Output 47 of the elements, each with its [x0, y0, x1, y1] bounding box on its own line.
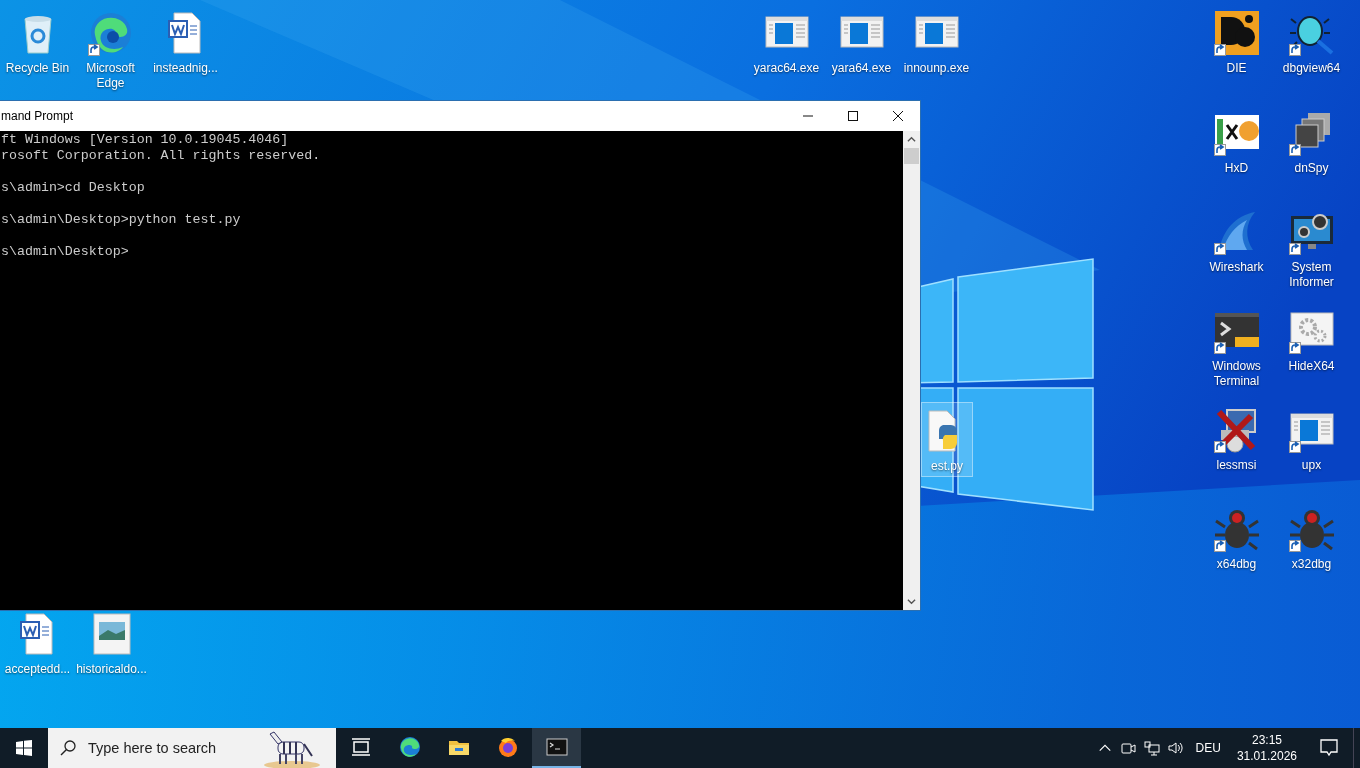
maximize-icon — [847, 111, 858, 121]
search-box[interactable]: Type here to search — [48, 728, 336, 768]
console-line: s\admin>cd Desktop — [0, 180, 146, 196]
console-line: rosoft Corporation. All rights reserved. — [0, 148, 322, 164]
language-indicator[interactable]: DEU — [1195, 741, 1221, 755]
network-icon[interactable] — [1143, 740, 1160, 756]
icon-label: HxD — [1224, 161, 1249, 176]
icon-label: System Informer — [1288, 260, 1335, 290]
notification-icon[interactable] — [1319, 738, 1339, 758]
icon-label: Windows Terminal — [1211, 359, 1262, 389]
icon-label: historicaldo... — [76, 662, 147, 677]
icon-label: upx — [1301, 458, 1322, 473]
window-title: mand Prompt — [0, 109, 75, 123]
scrollbar[interactable] — [903, 131, 920, 610]
taskbar-app[interactable] — [532, 728, 581, 768]
icon-label: x32dbg — [1291, 557, 1332, 572]
windows-logo-icon — [16, 740, 32, 756]
volume-icon[interactable] — [1167, 740, 1184, 756]
console-line: ft Windows [Version 10.0.19045.4046] — [0, 132, 290, 148]
close-icon — [892, 111, 903, 121]
scroll-up-icon[interactable] — [907, 135, 916, 144]
icon-label: DIE — [1226, 61, 1247, 76]
console-line: s\admin\Desktop> — [0, 244, 130, 260]
icon-label: yarac64.exe — [753, 61, 820, 76]
search-field[interactable]: Type here to search — [86, 739, 260, 757]
icon-label: HideX64 — [1288, 359, 1335, 374]
search-icon — [60, 740, 76, 756]
swirl-icon — [397, 735, 422, 759]
icon-label: est.py — [931, 459, 963, 474]
icon-label: x64dbg — [1216, 557, 1257, 572]
tile-icon — [1212, 9, 1261, 57]
icon-label: yara64.exe — [831, 61, 892, 76]
icon-label: acceptedd... — [4, 662, 71, 677]
console-line: s\admin\Desktop>python test.py — [0, 212, 242, 228]
scrollbar-thumb[interactable] — [904, 148, 919, 164]
clock[interactable]: 23:15 31.01.2026 — [1228, 732, 1305, 764]
icon-label: Microsoft Edge — [85, 61, 136, 91]
icon-label: Wireshark — [1209, 260, 1264, 275]
icon-label: dnSpy — [1294, 161, 1329, 176]
icon-label: Recycle Bin — [5, 61, 70, 76]
icon-label: lessmsi — [1216, 458, 1257, 473]
icon-label: innounp.exe — [903, 61, 970, 76]
camera-icon[interactable] — [1119, 740, 1136, 756]
icon-label: dbgview64 — [1282, 61, 1341, 76]
icon-label: insteadnig... — [153, 61, 218, 76]
scroll-down-icon[interactable] — [907, 597, 916, 606]
console-icon — [544, 735, 569, 759]
